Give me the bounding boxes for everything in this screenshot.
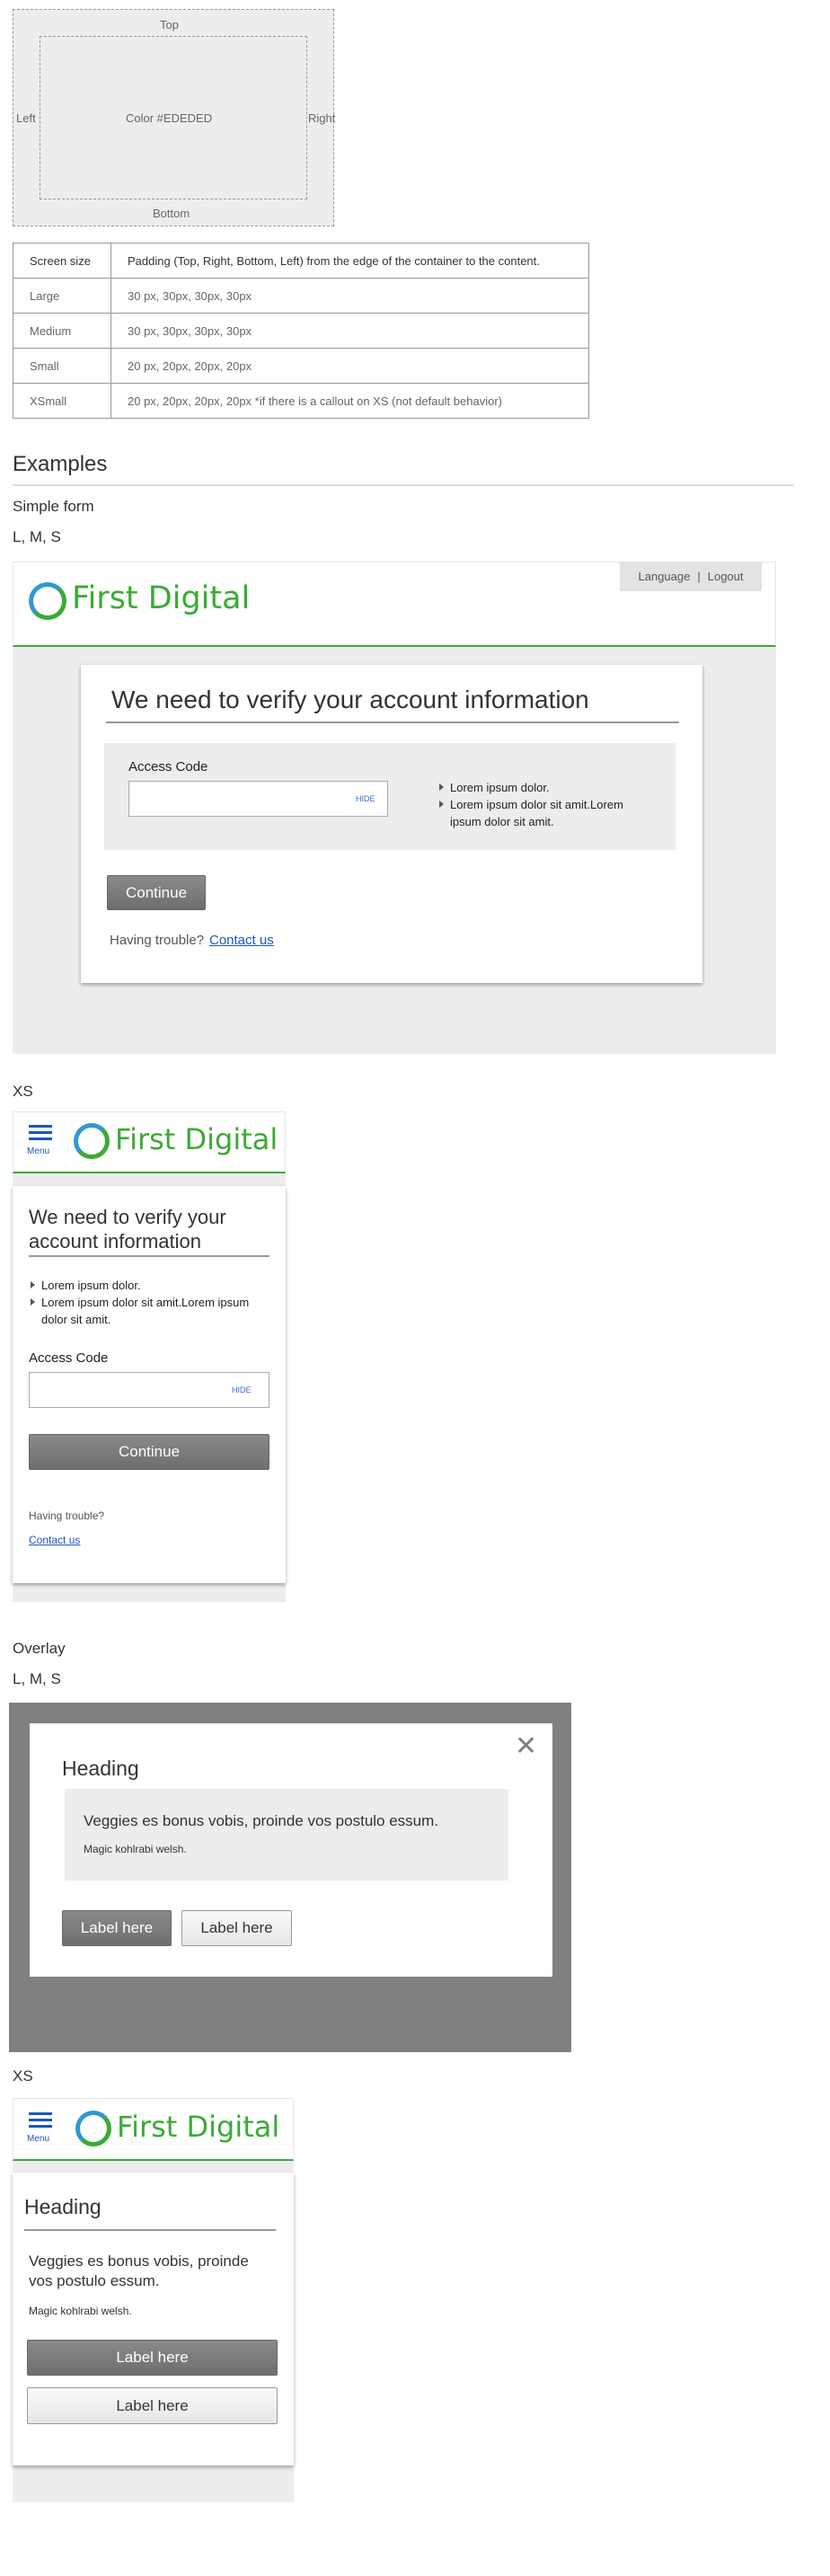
logo-text: First Digital xyxy=(115,1122,278,1156)
access-code-label: Access Code xyxy=(128,759,208,775)
table-cell: 30 px, 30px, 30px, 30px xyxy=(110,313,589,349)
contact-link[interactable]: Contact us xyxy=(209,933,274,948)
list-item: Lorem ipsum dolor sit amit.Lorem ipsum d… xyxy=(29,1294,253,1328)
mobile-verify-title: We need to verify your account informati… xyxy=(29,1206,226,1253)
list-item: Lorem ipsum dolor sit amit.Lorem ipsum d… xyxy=(437,796,646,830)
title-underline xyxy=(24,2229,276,2231)
modal-body-text: Veggies es bonus vobis, proinde vos post… xyxy=(29,2253,249,2289)
access-code-input[interactable] xyxy=(128,781,388,817)
secondary-button[interactable]: Label here xyxy=(27,2387,278,2424)
table-cell: Large xyxy=(13,278,111,314)
table-row: Small 20 px, 20px, 20px, 20px xyxy=(13,348,589,384)
primary-button[interactable]: Label here xyxy=(27,2340,278,2376)
continue-button[interactable]: Continue xyxy=(29,1434,269,1470)
logo-text: First Digital xyxy=(72,580,251,616)
table-cell: 20 px, 20px, 20px, 20px *if there is a c… xyxy=(110,383,589,419)
contact-link[interactable]: Contact us xyxy=(29,1534,80,1546)
secondary-button[interactable]: Label here xyxy=(181,1910,292,1946)
xs-label: XS xyxy=(13,2067,33,2085)
table-cell: 20 px, 20px, 20px, 20px xyxy=(110,348,589,384)
hamburger-icon[interactable] xyxy=(29,2112,52,2131)
continue-button[interactable]: Continue xyxy=(107,875,206,910)
table-row: Screen size Padding (Top, Right, Bottom,… xyxy=(13,243,589,279)
examples-heading: Examples xyxy=(13,452,108,476)
menu-label[interactable]: Menu xyxy=(27,2134,49,2144)
modal-body-text: Veggies es bonus vobis, proinde vos post… xyxy=(84,1812,439,1829)
divider xyxy=(13,484,794,486)
trouble-text: Having trouble? xyxy=(110,933,205,948)
logout-link[interactable]: Logout xyxy=(708,570,744,583)
xs-label: XS xyxy=(13,1083,33,1100)
lms-label: L, M, S xyxy=(13,1670,61,1687)
modal-heading: Heading xyxy=(24,2195,102,2218)
separator: | xyxy=(697,570,701,583)
list-item: Lorem ipsum dolor. xyxy=(437,779,646,796)
modal-heading: Heading xyxy=(62,1757,139,1780)
padding-label-right: Right xyxy=(308,111,336,125)
verify-title: We need to verify your account informati… xyxy=(111,686,589,713)
header-links: Language | Logout xyxy=(620,562,762,591)
hide-toggle[interactable]: HIDE xyxy=(232,1385,252,1394)
padding-label-left: Left xyxy=(16,111,36,125)
info-bullets: Lorem ipsum dolor. Lorem ipsum dolor sit… xyxy=(437,779,646,830)
simple-form-heading: Simple form xyxy=(13,498,94,515)
info-bullets: Lorem ipsum dolor. Lorem ipsum dolor sit… xyxy=(29,1277,253,1328)
table-cell: XSmall xyxy=(13,383,111,419)
title-underline xyxy=(29,1255,269,1257)
overlay-heading: Overlay xyxy=(13,1640,66,1657)
logo-text: First Digital xyxy=(117,2110,280,2144)
access-code-label: Access Code xyxy=(29,1350,109,1366)
close-icon[interactable]: ✕ xyxy=(515,1733,537,1760)
table-cell: Medium xyxy=(13,313,111,349)
logo-icon xyxy=(29,582,66,620)
table-cell: Small xyxy=(13,348,111,384)
table-row: Large 30 px, 30px, 30px, 30px xyxy=(13,278,589,314)
table-header-cell: Screen size xyxy=(13,243,111,279)
modal-small-text: Magic kohlrabi welsh. xyxy=(84,1843,187,1855)
title-underline xyxy=(106,721,679,723)
trouble-text: Having trouble? xyxy=(29,1509,105,1522)
hamburger-icon[interactable] xyxy=(29,1125,52,1144)
logo-icon xyxy=(75,2111,111,2147)
logo-icon xyxy=(74,1123,110,1159)
primary-button[interactable]: Label here xyxy=(62,1910,172,1946)
padding-label-top: Top xyxy=(160,18,179,31)
language-link[interactable]: Language xyxy=(639,570,691,583)
table-row: XSmall 20 px, 20px, 20px, 20px *if there… xyxy=(13,383,589,419)
padding-label-bottom: Bottom xyxy=(153,207,190,220)
table-cell: 30 px, 30px, 30px, 30px xyxy=(110,278,589,314)
padding-label-center: Color #EDEDED xyxy=(126,111,213,125)
modal-content-panel xyxy=(65,1789,508,1881)
padding-table: Screen size Padding (Top, Right, Bottom,… xyxy=(13,243,589,419)
modal-small-text: Magic kohlrabi welsh. xyxy=(29,2305,132,2317)
table-header-cell: Padding (Top, Right, Bottom, Left) from … xyxy=(110,243,589,279)
table-row: Medium 30 px, 30px, 30px, 30px xyxy=(13,313,589,349)
list-item: Lorem ipsum dolor. xyxy=(29,1277,253,1294)
hide-toggle[interactable]: HIDE xyxy=(356,794,375,803)
lms-label: L, M, S xyxy=(13,528,61,545)
menu-label[interactable]: Menu xyxy=(27,1146,49,1156)
